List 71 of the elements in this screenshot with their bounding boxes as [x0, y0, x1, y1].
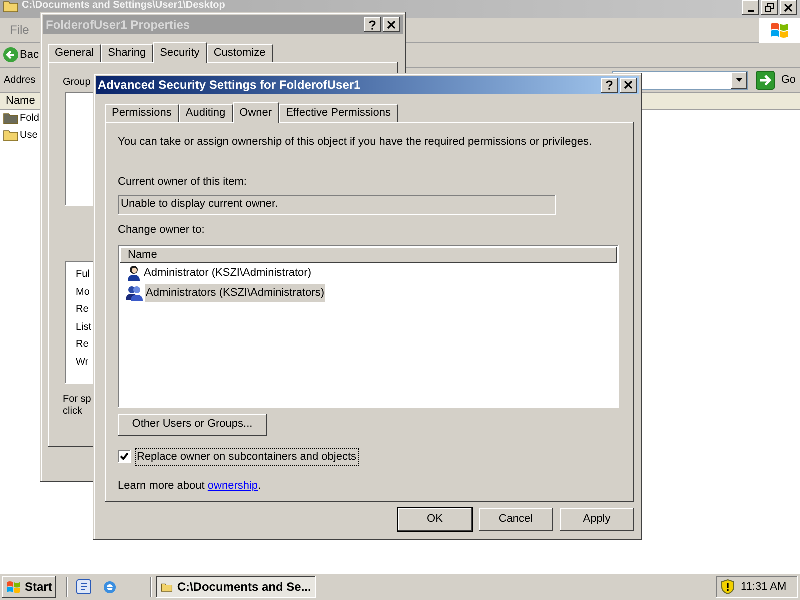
- tab[interactable]: Sharing: [101, 44, 154, 62]
- permission-name: Mo: [76, 286, 90, 300]
- current-owner-field: Unable to display current owner.: [118, 195, 556, 215]
- windows-logo-icon: [770, 21, 790, 39]
- shield-icon: [721, 579, 735, 595]
- check-icon: [120, 452, 129, 462]
- learn-more-text: Learn more about ownership.: [118, 479, 262, 494]
- column-header[interactable]: Name: [120, 246, 617, 262]
- dialog-button[interactable]: Apply: [560, 508, 634, 531]
- permission-name: Re: [76, 303, 89, 317]
- file-name[interactable]: Use: [20, 128, 38, 143]
- permission-name: Wr: [76, 356, 89, 370]
- restore-icon: [765, 3, 774, 12]
- tab[interactable]: Permissions: [105, 104, 179, 122]
- minimize-icon: [748, 10, 754, 12]
- close-button[interactable]: [620, 78, 637, 92]
- field-label: Change owner to:: [118, 223, 205, 238]
- dialog-button[interactable]: Cancel: [479, 508, 553, 531]
- clock: 11:31 AM: [741, 580, 787, 595]
- folder-icon: [3, 129, 19, 142]
- desktop-icon: [76, 579, 92, 595]
- window-title: Advanced Security Settings for FolderofUser1: [98, 77, 361, 94]
- user-icon: [126, 265, 141, 281]
- windows-logo-icon: [6, 580, 22, 594]
- dialog-button[interactable]: OK: [398, 508, 472, 531]
- note-text: For sp: [63, 394, 92, 406]
- group-label: Group: [63, 76, 91, 90]
- address-label: Addres: [4, 74, 36, 88]
- start-button[interactable]: Start: [2, 576, 56, 598]
- back-button[interactable]: Bac: [3, 46, 39, 64]
- file-name[interactable]: Fold: [20, 111, 40, 126]
- minimize-button[interactable]: [742, 0, 759, 15]
- group-icon: [126, 285, 143, 301]
- intro-text: You can take or assign ownership of this object if you have the required permissions or privileges.: [118, 135, 592, 150]
- checkbox-label[interactable]: Replace owner on subcontainers and objects: [135, 448, 359, 466]
- window-title: C:\Documents and Settings\User1\Desktop: [22, 0, 226, 11]
- close-button[interactable]: [383, 17, 400, 32]
- help-button[interactable]: [601, 78, 618, 92]
- taskbar-button[interactable]: C:\Documents and Se...: [156, 576, 316, 598]
- help-icon: [605, 80, 614, 90]
- quick-launch-icon[interactable]: [76, 578, 94, 596]
- checkbox[interactable]: [118, 450, 131, 464]
- permission-name: Re: [76, 338, 89, 352]
- tab[interactable]: Auditing: [178, 104, 233, 122]
- tab[interactable]: Customize: [206, 44, 273, 62]
- tab[interactable]: Security: [153, 42, 207, 63]
- restore-button[interactable]: [761, 0, 778, 15]
- note-text: click: [63, 406, 82, 418]
- go-button[interactable]: Go: [756, 70, 796, 90]
- close-icon: [387, 20, 396, 28]
- owner-item[interactable]: Administrators (KSZI\Administrators): [145, 284, 326, 302]
- window-title: FolderofUser1 Properties: [46, 16, 190, 34]
- close-icon: [624, 81, 633, 89]
- tab[interactable]: Effective Permissions: [279, 104, 398, 122]
- folder-icon: [3, 0, 19, 13]
- dropdown-button[interactable]: [731, 72, 748, 88]
- caret-icon: [736, 78, 743, 82]
- close-icon: [784, 4, 793, 12]
- permission-name: Ful: [76, 268, 90, 282]
- folder-icon: [3, 112, 19, 125]
- field-label: Current owner of this item:: [118, 174, 247, 190]
- other-users-button[interactable]: Other Users or Groups...: [118, 414, 267, 436]
- tab[interactable]: Owner: [232, 102, 280, 123]
- browser-icon: [102, 579, 118, 595]
- owner-item[interactable]: Administrator (KSZI\Administrator): [143, 264, 312, 282]
- help-button[interactable]: [364, 17, 381, 32]
- help-icon: [368, 20, 377, 30]
- ownership-link[interactable]: ownership: [208, 480, 258, 492]
- tab[interactable]: General: [48, 44, 102, 62]
- permission-name: List: [76, 320, 92, 334]
- close-button[interactable]: [780, 0, 797, 15]
